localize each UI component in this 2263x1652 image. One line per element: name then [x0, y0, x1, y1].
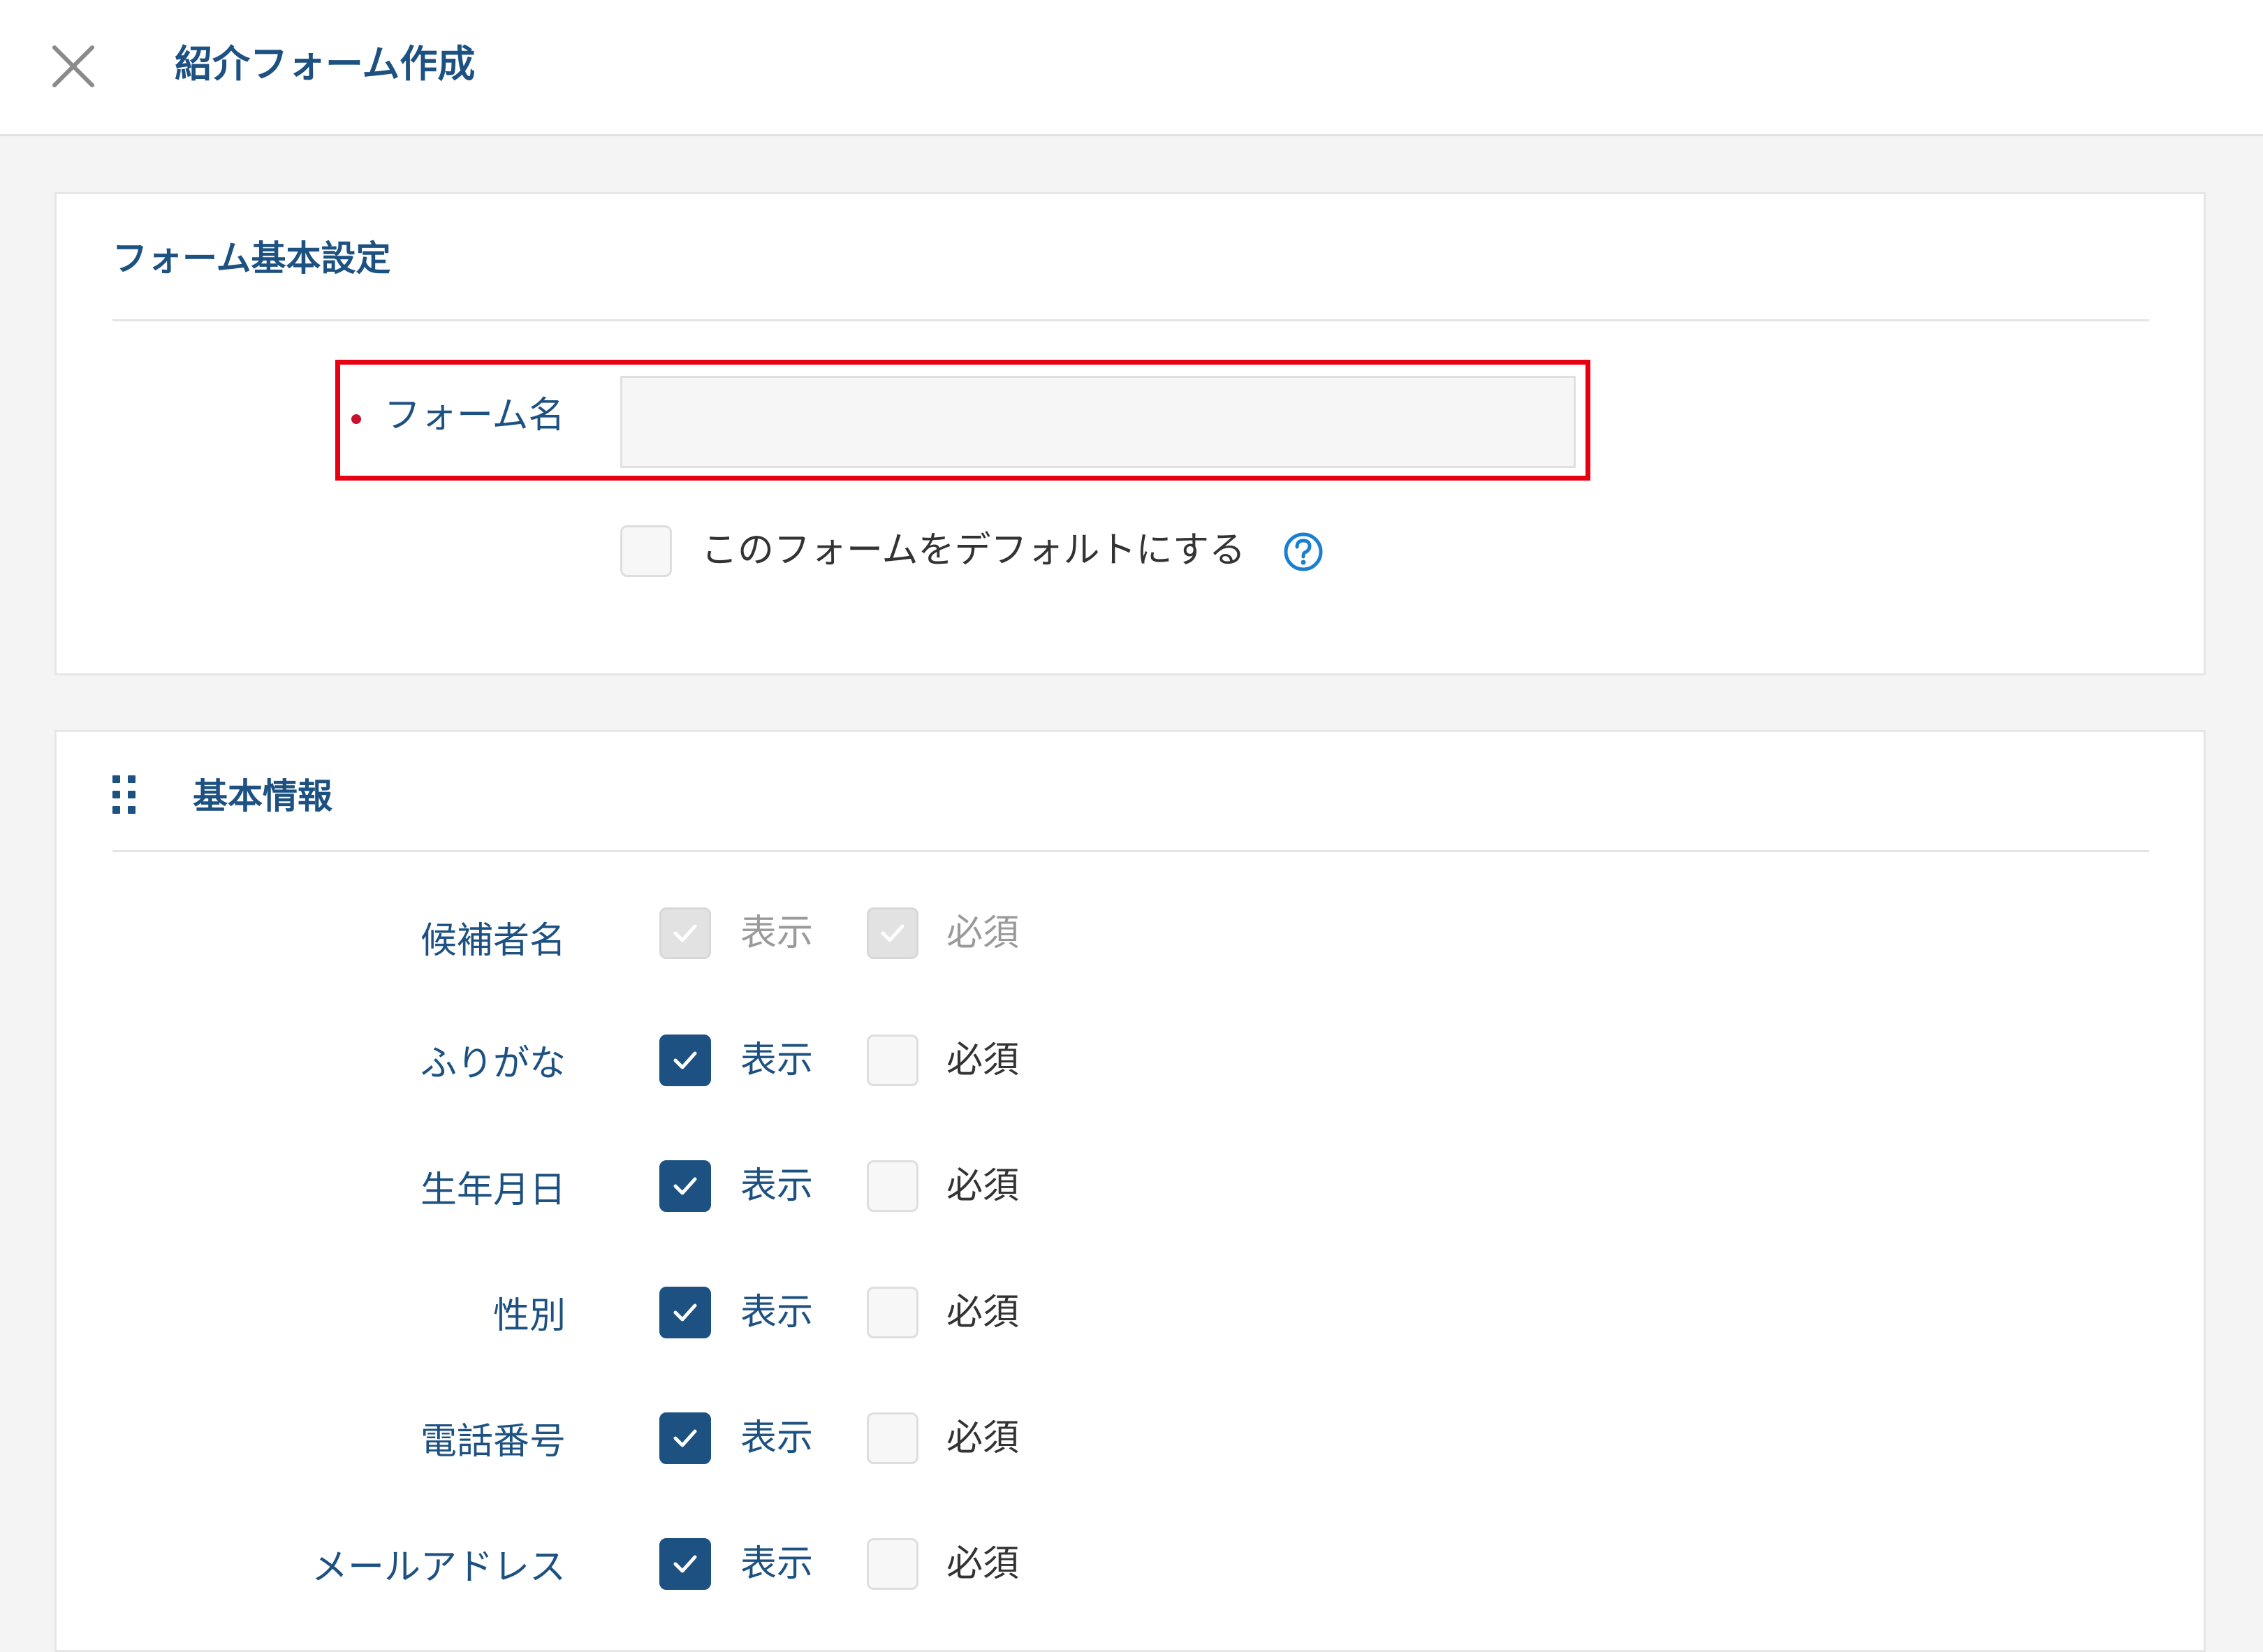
check-icon — [673, 1051, 697, 1069]
show-label: 表示 — [740, 1165, 814, 1207]
show-label: 表示 — [740, 912, 814, 954]
required-checkbox-birthdate[interactable] — [867, 1160, 918, 1212]
field-label-phone: 電話番号 — [420, 1421, 566, 1463]
drag-handle-icon — [128, 791, 136, 798]
required-checkbox-phone[interactable] — [867, 1412, 918, 1464]
show-label: 表示 — [740, 1543, 814, 1585]
basic-info-header: 基本情報 — [112, 732, 2149, 852]
form-settings-title: フォーム基本設定 — [112, 238, 391, 279]
drag-handle-icon — [112, 791, 120, 798]
required-checkbox-gender[interactable] — [867, 1287, 918, 1338]
default-form-checkbox[interactable] — [620, 525, 672, 577]
close-button[interactable] — [49, 42, 98, 91]
field-label-birthdate: 生年月日 — [420, 1169, 566, 1211]
required-checkbox-furigana[interactable] — [867, 1035, 918, 1086]
required-label: 必須 — [946, 1292, 1020, 1333]
field-label-email: メールアドレス — [311, 1547, 566, 1588]
drag-handle-icon — [112, 806, 120, 814]
close-icon — [52, 45, 94, 87]
drag-handle[interactable] — [112, 775, 140, 817]
form-name-input[interactable] — [620, 376, 1576, 468]
form-settings-header: フォーム基本設定 — [112, 194, 2149, 321]
field-label-gender: 性別 — [492, 1295, 566, 1337]
field-label-furigana: ふりがな — [420, 1043, 566, 1085]
show-checkbox-furigana[interactable] — [659, 1035, 711, 1086]
required-marker — [351, 414, 361, 424]
default-form-label: このフォームをデフォルトにする — [701, 529, 1245, 571]
page-title: 紹介フォーム作成 — [175, 42, 476, 86]
show-checkbox-candidate-name — [659, 907, 711, 959]
required-label: 必須 — [946, 1543, 1020, 1585]
check-icon — [673, 1303, 697, 1322]
show-checkbox-gender[interactable] — [659, 1287, 711, 1338]
help-button[interactable] — [1282, 531, 1324, 573]
question-circle-icon — [1284, 532, 1323, 571]
show-label: 表示 — [740, 1417, 814, 1459]
basic-info-card: 基本情報 — [54, 730, 2206, 1652]
field-label-candidate-name: 候補者名 — [420, 920, 566, 962]
check-icon — [673, 1429, 697, 1447]
required-label: 必須 — [946, 1165, 1020, 1207]
check-icon — [673, 1177, 697, 1195]
required-checkbox-candidate-name — [867, 907, 918, 959]
required-label: 必須 — [946, 912, 1020, 954]
drag-handle-icon — [128, 806, 136, 814]
check-icon — [673, 1555, 697, 1573]
required-checkbox-email[interactable] — [867, 1538, 918, 1590]
required-label: 必須 — [946, 1039, 1020, 1081]
show-checkbox-phone[interactable] — [659, 1412, 711, 1464]
required-label: 必須 — [946, 1417, 1020, 1459]
show-checkbox-email[interactable] — [659, 1538, 711, 1590]
drag-handle-icon — [128, 775, 136, 783]
show-label: 表示 — [740, 1292, 814, 1333]
form-name-label: フォーム名 — [384, 395, 565, 437]
check-icon — [673, 924, 697, 942]
top-bar: 紹介フォーム作成 — [0, 0, 2263, 136]
drag-handle-icon — [112, 775, 120, 783]
basic-info-title: 基本情報 — [193, 776, 332, 817]
check-icon — [881, 924, 905, 942]
show-label: 表示 — [740, 1039, 814, 1081]
show-checkbox-birthdate[interactable] — [659, 1160, 711, 1212]
